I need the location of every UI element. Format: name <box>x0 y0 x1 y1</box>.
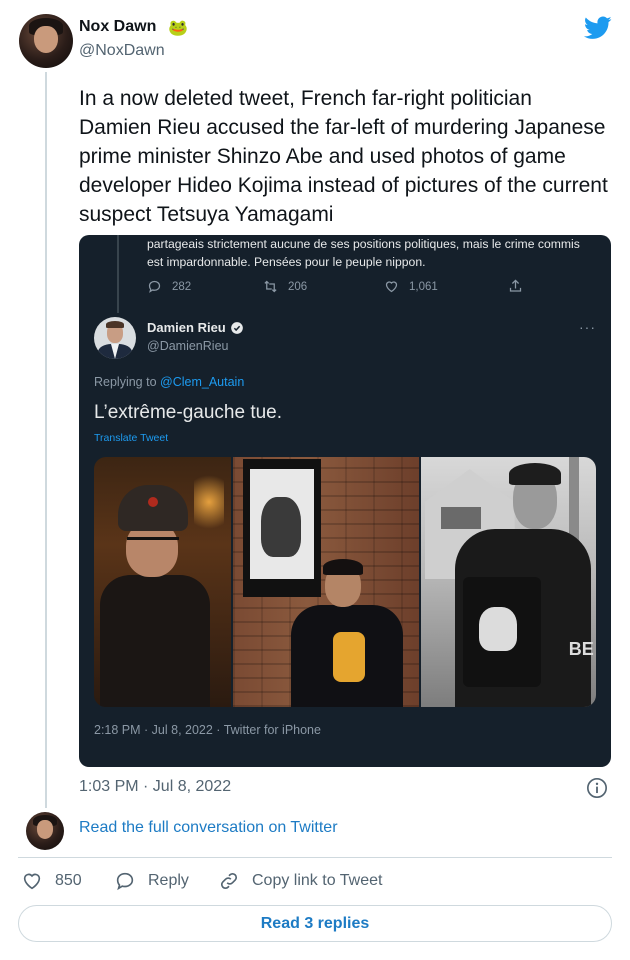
like-count: 1,061 <box>409 280 438 293</box>
read-conversation-link[interactable]: Read the full conversation on Twitter <box>79 819 338 837</box>
heart-icon <box>385 281 398 293</box>
verified-badge-icon <box>230 321 243 334</box>
divider <box>18 857 612 858</box>
shirt-letters: BE <box>568 639 594 659</box>
copy-link-button[interactable]: Copy link to Tweet <box>218 870 382 892</box>
info-icon[interactable] <box>586 777 608 799</box>
author-handle[interactable]: @NoxDawn <box>79 42 165 60</box>
rieu-name-label: Damien Rieu <box>147 320 226 335</box>
copy-link-label: Copy link to Tweet <box>252 872 383 889</box>
tweet-text: In a now deleted tweet, French far-right… <box>79 87 608 226</box>
like-button[interactable]: 850 <box>21 870 82 892</box>
viewer-avatar[interactable] <box>26 812 64 850</box>
reply-stat: 282 <box>147 279 191 294</box>
reply-count: 282 <box>172 280 192 293</box>
reply-icon <box>116 872 134 891</box>
author-name[interactable]: Nox Dawn <box>79 18 156 36</box>
previous-tweet-text: partageais strictement aucune de ses pos… <box>147 237 580 269</box>
tweet-timestamp[interactable]: 1:03 PM · Jul 8, 2022 <box>79 778 231 796</box>
twitter-bird-icon[interactable] <box>584 16 612 40</box>
like-stat: 1,061 <box>384 279 438 294</box>
retweet-stat: 206 <box>263 279 307 294</box>
more-icon: ··· <box>579 319 596 335</box>
reply-label: Reply <box>148 872 189 889</box>
frog-emoji: 🐸 <box>168 20 188 37</box>
read-replies-button[interactable]: Read 3 replies <box>18 905 612 942</box>
thread-line <box>45 72 47 808</box>
like-count: 850 <box>55 872 82 889</box>
photo-kojima-ushanka <box>94 457 232 707</box>
replying-to-link: @Clem_Autain <box>160 375 245 389</box>
replying-prefix: Replying to <box>94 375 161 389</box>
retweet-count: 206 <box>288 280 308 293</box>
translate-tweet-link: Translate Tweet <box>94 432 169 444</box>
share-icon <box>509 279 522 292</box>
rieu-avatar <box>94 317 136 359</box>
link-icon <box>220 872 238 890</box>
rieu-handle: @DamienRieu <box>147 339 229 353</box>
heart-icon <box>23 873 41 890</box>
replying-to: Replying to @Clem_Autain <box>94 375 244 389</box>
photo-grid: BE <box>94 457 596 707</box>
reply-icon <box>148 280 161 293</box>
rieu-name: Damien Rieu <box>147 320 244 335</box>
retweet-icon <box>264 280 277 293</box>
thread-connector <box>117 235 119 313</box>
reply-button[interactable]: Reply <box>114 870 189 892</box>
embedded-screenshot[interactable]: partageais strictement aucune de ses pos… <box>79 235 611 767</box>
rieu-tweet-text: L’extrême-gauche tue. <box>94 402 283 423</box>
photo-kojima-che-poster <box>233 457 419 707</box>
author-avatar[interactable] <box>19 14 73 68</box>
rieu-timestamp: 2:18 PM · Jul 8, 2022 · Twitter for iPho… <box>94 723 321 737</box>
photo-kojima-street: BE <box>420 457 596 707</box>
